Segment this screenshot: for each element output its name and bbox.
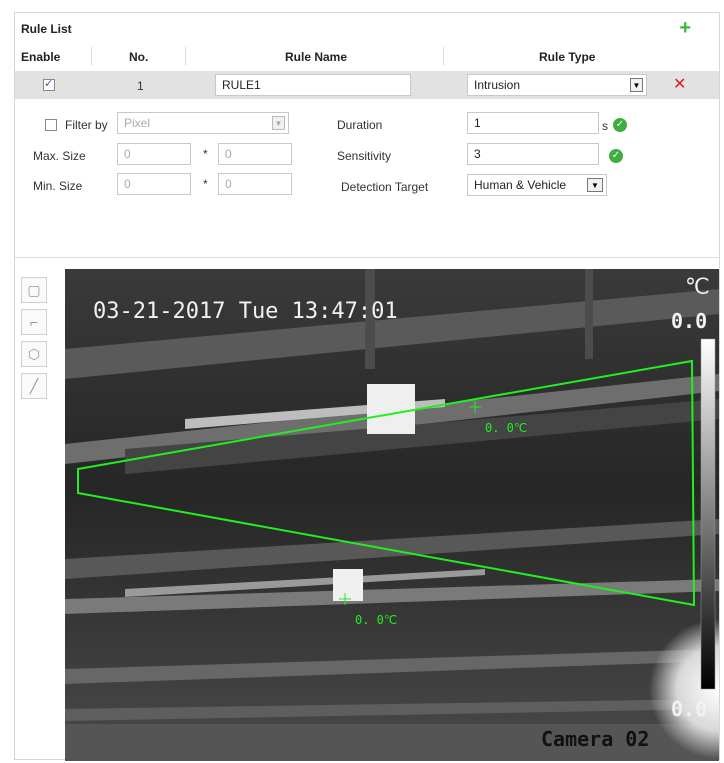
temperature-unit-label: ℃ <box>685 275 710 300</box>
scale-min-label: 0.0 <box>671 697 708 721</box>
dropdown-arrow-icon[interactable]: ▼ <box>272 116 285 130</box>
dropdown-arrow-icon[interactable]: ▼ <box>630 78 643 92</box>
temp-point-2-label: 0. 0℃ <box>355 613 398 627</box>
filter-value: Pixel <box>124 116 151 130</box>
thermal-video-view[interactable]: 03-21-2017 Tue 13:47:01 ℃ 0.0 0.0 0. 0℃ … <box>65 269 719 761</box>
filter-label: Filter by <box>65 118 108 132</box>
rule-row[interactable]: 1 RULE1 Intrusion ▼ <box>15 71 719 99</box>
rule-list-panel: Rule List + Enable No. Rule Name Rule Ty… <box>15 13 719 258</box>
col-divider <box>185 47 186 65</box>
add-rule-button[interactable]: + <box>679 18 691 38</box>
dropdown-arrow-icon[interactable]: ▼ <box>587 178 603 192</box>
sensitivity-valid-icon: ✓ <box>609 149 623 163</box>
max-size-label: Max. Size <box>33 149 86 163</box>
table-header: Enable No. Rule Name Rule Type <box>15 43 719 69</box>
camera-name-label: Camera 02 <box>541 727 650 751</box>
col-rule-type: Rule Type <box>539 50 596 64</box>
times-sign: * <box>203 147 208 161</box>
max-height-input[interactable]: 0 <box>218 143 292 165</box>
min-width-input[interactable]: 0 <box>117 173 191 195</box>
filter-select[interactable]: Pixel ▼ <box>117 112 289 134</box>
rule-name-input[interactable]: RULE1 <box>215 74 411 96</box>
polygon-tool-icon[interactable]: ⬡ <box>21 341 47 367</box>
rule-type-select[interactable]: Intrusion ▼ <box>467 74 647 96</box>
thermal-scene <box>65 269 719 761</box>
detection-target-value: Human & Vehicle <box>474 178 567 192</box>
detection-target-label: Detection Target <box>341 180 429 194</box>
drawing-toolbar: ▢ ⌐ ⬡ ╱ <box>21 277 51 405</box>
enable-checkbox[interactable] <box>43 77 55 91</box>
delete-rule-icon[interactable]: ✕ <box>673 77 686 93</box>
rule-type-value: Intrusion <box>474 78 521 92</box>
col-enable: Enable <box>21 50 61 64</box>
sensitivity-input[interactable]: 3 <box>467 143 599 165</box>
duration-unit: s <box>602 119 608 133</box>
duration-input[interactable]: 1 <box>467 112 599 134</box>
max-width-input[interactable]: 0 <box>117 143 191 165</box>
col-rule-name: Rule Name <box>285 50 348 64</box>
duration-label: Duration <box>337 118 383 132</box>
rule-settings-container: Rule List + Enable No. Rule Name Rule Ty… <box>14 12 720 761</box>
duration-valid-icon: ✓ <box>613 118 627 132</box>
line-tool-icon[interactable]: ╱ <box>21 373 47 399</box>
timestamp-overlay: 03-21-2017 Tue 13:47:01 <box>93 299 398 324</box>
detection-target-select[interactable]: Human & Vehicle ▼ <box>467 174 607 196</box>
min-height-input[interactable]: 0 <box>218 173 292 195</box>
col-no: No. <box>129 50 149 64</box>
panel-title: Rule List <box>21 22 72 36</box>
min-size-label: Min. Size <box>33 179 83 193</box>
times-sign: * <box>203 177 208 191</box>
filter-checkbox[interactable] <box>45 119 57 131</box>
scale-max-label: 0.0 <box>671 309 708 333</box>
sensitivity-label: Sensitivity <box>337 149 392 163</box>
corner-tool-icon[interactable]: ⌐ <box>21 309 47 335</box>
live-view-area: ▢ ⌐ ⬡ ╱ 03-21-2017 Tue 13:47:01 ℃ 0.0 0.… <box>15 269 719 761</box>
rule-number: 1 <box>137 79 144 93</box>
col-divider <box>443 47 444 65</box>
temp-point-1-label: 0. 0℃ <box>485 421 528 435</box>
rectangle-tool-icon[interactable]: ▢ <box>21 277 47 303</box>
col-divider <box>91 47 92 65</box>
